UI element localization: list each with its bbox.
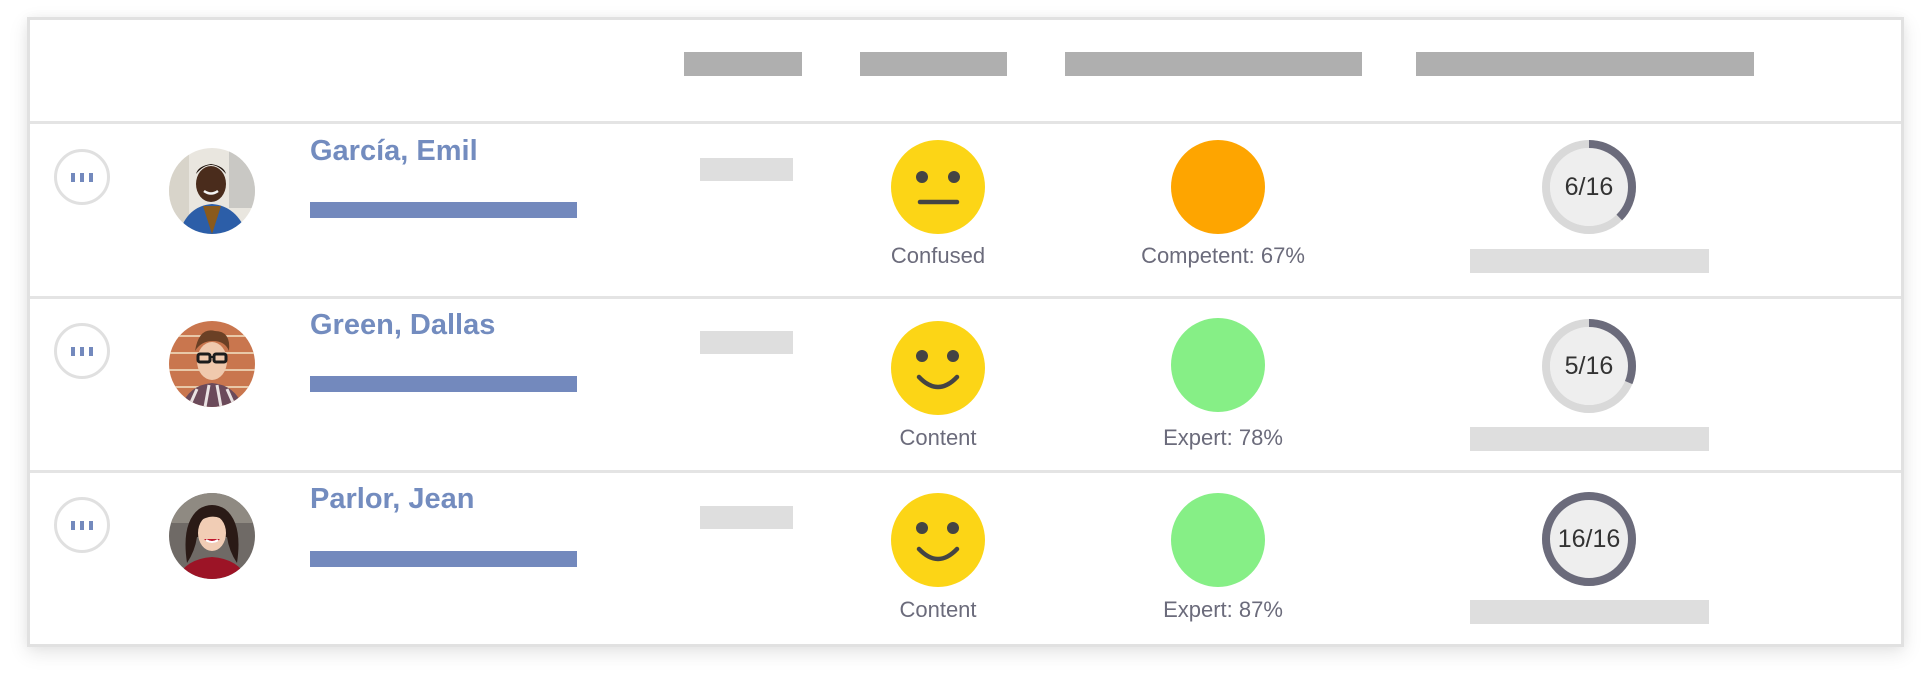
learner-name[interactable]: Parlor, Jean: [310, 485, 474, 514]
progress-caption-placeholder: [1470, 427, 1709, 451]
progress-ring: 5/16: [1542, 319, 1636, 413]
name-subtitle-placeholder: [310, 376, 577, 392]
row-menu-button[interactable]: [54, 149, 110, 205]
learner-name[interactable]: García, Emil: [310, 137, 478, 166]
value-placeholder: [700, 506, 793, 529]
menu-dot-icon: [71, 346, 75, 356]
menu-dot-icon: [80, 520, 84, 530]
menu-dot-icon: [80, 172, 84, 182]
column-header-placeholder: [684, 52, 802, 76]
row-menu-button[interactable]: [54, 323, 110, 379]
progress-ring: 6/16: [1542, 140, 1636, 234]
mood-label: Content: [899, 425, 977, 450]
learner-table: García, Emil Confused Competent: 67% 6/1…: [27, 17, 1904, 647]
progress-caption-placeholder: [1470, 600, 1709, 624]
progress-ring: 16/16: [1542, 492, 1636, 586]
progress-count: 6/16: [1564, 172, 1614, 201]
progress-count: 5/16: [1564, 351, 1614, 380]
value-placeholder: [700, 158, 793, 181]
column-header-placeholder: [860, 52, 1007, 76]
menu-dot-icon: [89, 172, 93, 182]
avatar-man-blue-jacket-icon: [169, 148, 255, 234]
value-placeholder: [700, 331, 793, 354]
neutral-face-icon: [891, 140, 985, 234]
status-indicator-expert: [1171, 493, 1265, 587]
name-subtitle-placeholder: [310, 202, 577, 218]
table-header: [30, 20, 1901, 124]
avatar: [169, 148, 255, 234]
menu-dot-icon: [89, 346, 93, 356]
menu-dot-icon: [71, 172, 75, 182]
status-indicator-expert: [1171, 318, 1265, 412]
smiling-face-icon: [891, 321, 985, 415]
row-menu-button[interactable]: [54, 497, 110, 553]
name-subtitle-placeholder: [310, 551, 577, 567]
column-header-placeholder: [1416, 52, 1754, 76]
table-row: Parlor, Jean Content Expert: 87% 16/16: [30, 473, 1901, 644]
status-indicator-competent: [1171, 140, 1265, 234]
avatar-man-glasses-icon: [169, 321, 255, 407]
mood-label: Confused: [890, 243, 986, 268]
mood-label: Content: [899, 597, 977, 622]
menu-dot-icon: [80, 346, 84, 356]
avatar: [169, 493, 255, 579]
column-header-placeholder: [1065, 52, 1362, 76]
avatar-woman-red-top-icon: [169, 493, 255, 579]
status-label: Expert: 78%: [1163, 425, 1283, 450]
status-label: Competent: 67%: [1141, 243, 1305, 268]
table-row: Green, Dallas Content Expert: 78% 5/16: [30, 299, 1901, 473]
progress-count: 16/16: [1557, 524, 1621, 553]
smiling-face-icon: [891, 493, 985, 587]
status-label: Expert: 87%: [1163, 597, 1283, 622]
progress-caption-placeholder: [1470, 249, 1709, 273]
menu-dot-icon: [71, 520, 75, 530]
menu-dot-icon: [89, 520, 93, 530]
table-row: García, Emil Confused Competent: 67% 6/1…: [30, 124, 1901, 299]
avatar: [169, 321, 255, 407]
learner-name[interactable]: Green, Dallas: [310, 311, 495, 340]
